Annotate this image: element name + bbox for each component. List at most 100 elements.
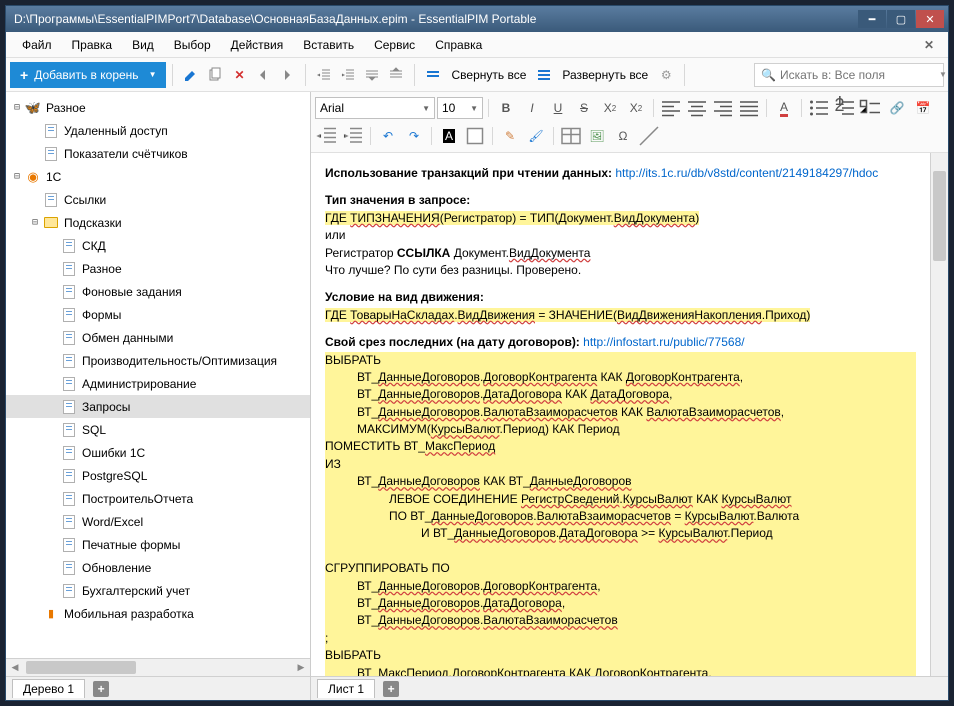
- note-icon: [63, 446, 75, 460]
- tree-node[interactable]: SQL: [6, 418, 310, 441]
- menu-select[interactable]: Выбор: [164, 34, 221, 56]
- tree-node[interactable]: СКД: [6, 234, 310, 257]
- note-icon: [63, 377, 75, 391]
- tree-node[interactable]: Разное: [6, 257, 310, 280]
- editor-v-scrollbar[interactable]: [930, 153, 948, 676]
- undo-button[interactable]: ↶: [376, 125, 400, 147]
- font-select[interactable]: Arial▼: [315, 97, 435, 119]
- menu-file[interactable]: Файл: [12, 34, 62, 56]
- tree-node-1c[interactable]: ⊟◉1С: [6, 165, 310, 188]
- minimize-button[interactable]: ━: [858, 10, 886, 28]
- editor-tab[interactable]: Лист 1: [317, 679, 375, 698]
- indent-button[interactable]: [336, 63, 360, 87]
- font-color-button[interactable]: A: [772, 97, 796, 119]
- tree-node[interactable]: Удаленный доступ: [6, 119, 310, 142]
- underline-button[interactable]: U: [546, 97, 570, 119]
- tree-node[interactable]: Бухгалтерский учет: [6, 579, 310, 602]
- align-left-button[interactable]: [659, 97, 683, 119]
- align-right-button[interactable]: [711, 97, 735, 119]
- tree-node[interactable]: Ошибки 1С: [6, 441, 310, 464]
- close-button[interactable]: ✕: [916, 10, 944, 28]
- link[interactable]: http://its.1c.ru/db/v8std/content/214918…: [615, 166, 878, 180]
- search-input[interactable]: [780, 68, 935, 82]
- tree-node[interactable]: Обновление: [6, 556, 310, 579]
- font-size-select[interactable]: 10▼: [437, 97, 483, 119]
- table-button[interactable]: [559, 125, 583, 147]
- symbol-button[interactable]: Ω: [611, 125, 635, 147]
- tree-node[interactable]: ПостроительОтчета: [6, 487, 310, 510]
- search-caret-icon[interactable]: ▼: [939, 70, 947, 79]
- editor-content[interactable]: Использование транзакций при чтении данн…: [311, 153, 930, 676]
- tree-node[interactable]: Показатели счётчиков: [6, 142, 310, 165]
- collapse-all-label[interactable]: Свернуть все: [445, 68, 532, 82]
- close-document-icon[interactable]: ✕: [914, 34, 942, 56]
- tree-node[interactable]: Администрирование: [6, 372, 310, 395]
- title-bar: D:\Программы\EssentialPIMPort7\Database\…: [6, 6, 948, 32]
- tree-node[interactable]: Ссылки: [6, 188, 310, 211]
- number-list-button[interactable]: 12: [833, 97, 857, 119]
- tree-node[interactable]: Печатные формы: [6, 533, 310, 556]
- redo-button[interactable]: ↷: [402, 125, 426, 147]
- brush-button[interactable]: 🖌: [524, 125, 548, 147]
- highlight-button[interactable]: A: [437, 125, 461, 147]
- menu-help[interactable]: Справка: [425, 34, 492, 56]
- link[interactable]: http://infostart.ru/public/77568/: [583, 335, 744, 349]
- tree-node[interactable]: Обмен данными: [6, 326, 310, 349]
- menu-bar: Файл Правка Вид Выбор Действия Вставить …: [6, 32, 948, 58]
- next-button[interactable]: [275, 63, 299, 87]
- italic-button[interactable]: I: [520, 97, 544, 119]
- search-box[interactable]: 🔍 ▼: [754, 63, 944, 87]
- prev-button[interactable]: [251, 63, 275, 87]
- add-tree-tab-button[interactable]: +: [93, 681, 109, 697]
- tree-tab[interactable]: Дерево 1: [12, 679, 85, 698]
- maximize-button[interactable]: ▢: [887, 10, 915, 28]
- move-up-button[interactable]: [360, 63, 384, 87]
- line-button[interactable]: [637, 125, 661, 147]
- note-icon: [63, 239, 75, 253]
- tree-node[interactable]: PostgreSQL: [6, 464, 310, 487]
- outdent-button[interactable]: [312, 63, 336, 87]
- image-button[interactable]: 🖼: [585, 125, 609, 147]
- checklist-button[interactable]: [859, 97, 883, 119]
- tree-node-raznoe[interactable]: ⊟🦋Разное: [6, 96, 310, 119]
- tree-node[interactable]: Фоновые задания: [6, 280, 310, 303]
- menu-actions[interactable]: Действия: [221, 34, 294, 56]
- menu-view[interactable]: Вид: [122, 34, 164, 56]
- menu-edit[interactable]: Правка: [62, 34, 123, 56]
- tree-node[interactable]: Производительность/Оптимизация: [6, 349, 310, 372]
- add-editor-tab-button[interactable]: +: [383, 681, 399, 697]
- align-center-button[interactable]: [685, 97, 709, 119]
- superscript-button[interactable]: X2: [624, 97, 648, 119]
- bullet-list-button[interactable]: [807, 97, 831, 119]
- clear-format-button[interactable]: ✎: [498, 125, 522, 147]
- note-icon: [45, 124, 57, 138]
- delete-button[interactable]: ✕: [227, 63, 251, 87]
- expand-all-icon[interactable]: [532, 63, 556, 87]
- edit-button[interactable]: [179, 63, 203, 87]
- menu-service[interactable]: Сервис: [364, 34, 425, 56]
- add-root-button[interactable]: + Добавить в корень ▼: [10, 62, 166, 88]
- tree-node-selected[interactable]: Запросы: [6, 395, 310, 418]
- copy-button[interactable]: [203, 63, 227, 87]
- collapse-all-icon[interactable]: [421, 63, 445, 87]
- outdent-format-button[interactable]: [315, 125, 339, 147]
- bold-button[interactable]: B: [494, 97, 518, 119]
- align-justify-button[interactable]: [737, 97, 761, 119]
- settings-button[interactable]: ⚙: [654, 63, 678, 87]
- tree-node[interactable]: ▮Мобильная разработка: [6, 602, 310, 625]
- bg-color-button[interactable]: [463, 125, 487, 147]
- menu-insert[interactable]: Вставить: [293, 34, 364, 56]
- tree-node[interactable]: Word/Excel: [6, 510, 310, 533]
- tree-node[interactable]: Формы: [6, 303, 310, 326]
- indent-format-button[interactable]: [341, 125, 365, 147]
- move-down-button[interactable]: [384, 63, 408, 87]
- date-button[interactable]: 📅: [911, 97, 935, 119]
- tree-h-scrollbar[interactable]: ◀▶: [6, 658, 310, 676]
- expand-all-label[interactable]: Развернуть все: [556, 68, 654, 82]
- subscript-button[interactable]: X2: [598, 97, 622, 119]
- tree-node-hints[interactable]: ⊟Подсказки: [6, 211, 310, 234]
- strike-button[interactable]: S: [572, 97, 596, 119]
- note-icon: [63, 584, 75, 598]
- tree[interactable]: ⊟🦋Разное Удаленный доступ Показатели счё…: [6, 92, 310, 658]
- link-button[interactable]: 🔗: [885, 97, 909, 119]
